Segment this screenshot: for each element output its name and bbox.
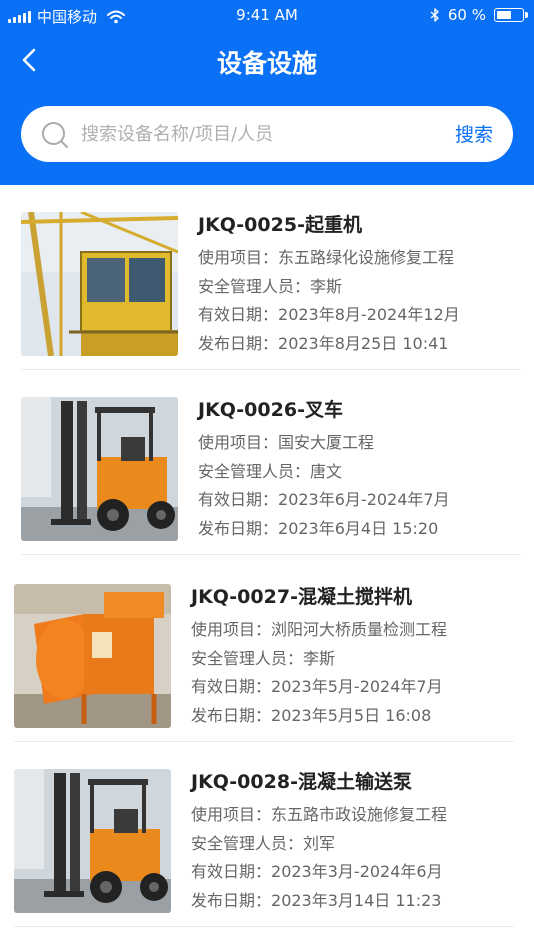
project-label: 使用项目： [191,620,272,639]
item-valid: 有效日期：2023年5月-2024年7月 [191,673,447,702]
battery-percent: 60 % [447,6,486,24]
published-value: 2023年3月14日 11:23 [271,890,442,910]
published-label: 发布日期： [191,890,272,910]
manager-label: 安全管理人员： [191,648,304,668]
item-manager: 安全管理人员：李斯 [191,645,447,674]
bluetooth-icon [430,8,439,22]
manager-value: 李斯 [310,276,343,296]
navigation-bar: 设备设施 [0,38,534,84]
forklift-image [21,397,178,541]
project-value: 国安大厦工程 [278,433,375,452]
item-valid: 有效日期：2023年6月-2024年7月 [198,486,450,515]
search-button[interactable]: 搜索 [455,120,493,147]
forklift-image [14,769,171,913]
valid-value: 2023年8月-2024年12月 [278,305,460,324]
item-valid: 有效日期：2023年3月-2024年6月 [191,858,447,887]
published-label: 发布日期： [198,518,279,538]
item-info: JKQ-0025-起重机 使用项目：东五路绿化设施修复工程 安全管理人员：李斯 … [198,212,460,358]
status-bar: 中国移动 9:41 AM 60 % [0,0,534,30]
list-item[interactable]: JKQ-0028-混凝土输送泵 使用项目：东五路市政设施修复工程 安全管理人员：… [14,742,514,927]
item-manager: 安全管理人员：唐文 [198,458,450,487]
item-project: 使用项目：东五路绿化设施修复工程 [198,244,460,273]
concrete-mixer-image [14,584,171,728]
search-input[interactable] [81,116,411,152]
search-bar: 搜索 [21,106,513,162]
list-item[interactable]: JKQ-0026-叉车 使用项目：国安大厦工程 安全管理人员：唐文 有效日期：2… [21,370,521,555]
list-item[interactable]: JKQ-0025-起重机 使用项目：东五路绿化设施修复工程 安全管理人员：李斯 … [21,185,521,370]
project-value: 浏阳河大桥质量检测工程 [271,620,448,639]
status-right: 60 % [430,6,528,24]
item-manager: 安全管理人员：李斯 [198,273,460,302]
published-value: 2023年8月25日 10:41 [278,333,449,353]
item-info: JKQ-0028-混凝土输送泵 使用项目：东五路市政设施修复工程 安全管理人员：… [191,769,447,915]
item-published: 发布日期：2023年8月25日 10:41 [198,330,460,359]
battery-fill [496,10,511,19]
valid-label: 有效日期： [198,490,279,509]
project-value: 东五路市政设施修复工程 [271,805,448,824]
manager-value: 李斯 [303,648,336,668]
item-title: JKQ-0025-起重机 [198,214,362,236]
manager-value: 唐文 [310,461,343,481]
item-project: 使用项目：国安大厦工程 [198,429,450,458]
published-value: 2023年6月4日 15:20 [278,518,439,538]
manager-label: 安全管理人员： [198,461,311,481]
published-label: 发布日期： [198,333,279,353]
valid-value: 2023年5月-2024年7月 [271,677,443,696]
manager-value: 刘军 [303,833,336,853]
item-title: JKQ-0027-混凝土搅拌机 [191,586,412,608]
manager-label: 安全管理人员： [191,833,304,853]
tower-crane-cab-image [21,212,178,356]
item-title: JKQ-0028-混凝土输送泵 [191,771,412,793]
valid-value: 2023年3月-2024年6月 [271,862,443,881]
published-label: 发布日期： [191,705,272,725]
page-title: 设备设施 [216,49,317,78]
list-item[interactable]: JKQ-0027-混凝土搅拌机 使用项目：浏阳河大桥质量检测工程 安全管理人员：… [14,557,514,742]
valid-value: 2023年6月-2024年7月 [278,490,450,509]
item-info: JKQ-0026-叉车 使用项目：国安大厦工程 安全管理人员：唐文 有效日期：2… [198,397,450,543]
item-published: 发布日期：2023年3月14日 11:23 [191,887,447,916]
project-value: 东五路绿化设施修复工程 [278,248,455,267]
app-header: 中国移动 9:41 AM 60 % 设备设施 搜索 [0,0,534,185]
item-valid: 有效日期：2023年8月-2024年12月 [198,301,460,330]
valid-label: 有效日期： [191,862,272,881]
project-label: 使用项目： [198,248,279,267]
item-project: 使用项目：浏阳河大桥质量检测工程 [191,616,447,645]
item-title: JKQ-0026-叉车 [198,399,343,421]
published-value: 2023年5月5日 16:08 [271,705,432,725]
item-published: 发布日期：2023年6月4日 15:20 [198,515,450,544]
project-label: 使用项目： [198,433,279,452]
valid-label: 有效日期： [198,305,279,324]
item-manager: 安全管理人员：刘军 [191,830,447,859]
search-icon [42,122,68,148]
project-label: 使用项目： [191,805,272,824]
manager-label: 安全管理人员： [198,276,311,296]
item-published: 发布日期：2023年5月5日 16:08 [191,702,447,731]
item-info: JKQ-0027-混凝土搅拌机 使用项目：浏阳河大桥质量检测工程 安全管理人员：… [191,584,447,730]
item-project: 使用项目：东五路市政设施修复工程 [191,801,447,830]
battery-icon [494,8,528,22]
valid-label: 有效日期： [191,677,272,696]
